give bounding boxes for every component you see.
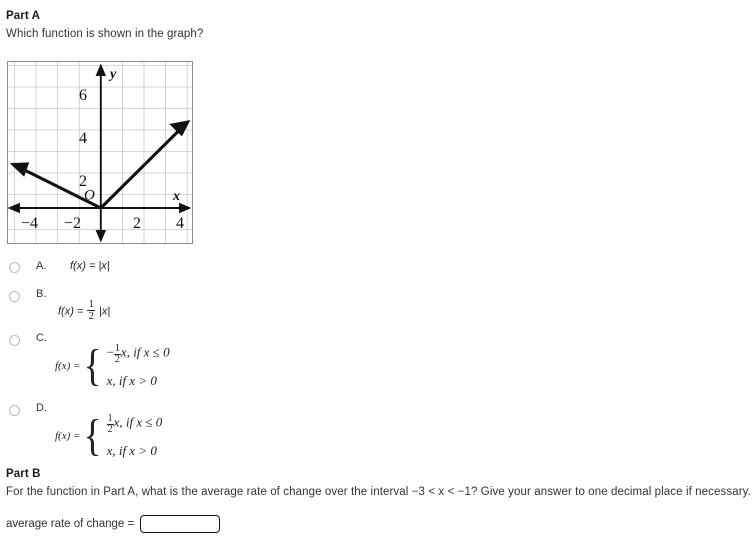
option-b-rhs: |x| [99,305,111,318]
option-a[interactable]: A. f(x) = |x| [0,258,420,280]
option-d-case-1-denominator: 2 [107,424,113,435]
option-c-case-2: x, if x > 0 [106,373,157,388]
option-c-cases: −1 2 x, if x ≤ 0 x, if x > 0 [107,344,170,388]
option-d-formula: f(x) = { 1 2 x, if x ≤ 0 x, if x > 0 [55,410,475,460]
absolute-value-graph: y x O 6 4 2 −4 −2 2 4 [7,61,193,244]
part-b-prompt: For the function in Part A, what is the … [6,486,751,498]
option-c-case-1: −1 2 x, if x ≤ 0 [107,344,170,365]
svg-text:4: 4 [79,130,87,147]
option-b-denominator: 2 [88,310,94,323]
option-d-case-1-condition: , if x ≤ 0 [119,414,163,430]
svg-text:−4: −4 [21,215,38,232]
option-d-lhs: f(x) = [55,429,81,442]
option-c[interactable]: C. f(x) = { −1 2 x, if x ≤ 0 x, if x > 0 [0,332,420,387]
average-rate-of-change-input[interactable] [140,515,221,533]
radio-option-a[interactable] [9,262,20,273]
option-c-lhs: f(x) = [55,359,81,372]
option-c-case-1-fraction: 12 [113,344,121,365]
part-a-heading: Part A [6,10,41,22]
part-b-heading: Part B [6,468,41,480]
option-c-case-1-sign: − [106,344,114,360]
piecewise-brace-icon: { [84,410,102,460]
svg-text:−2: −2 [64,215,81,232]
option-c-case-1-denominator: 2 [114,354,120,365]
option-c-case-1-condition: , if x ≤ 0 [126,344,170,360]
option-d-case-1-fraction: 12 [106,414,114,435]
option-a-formula: f(x) = |x| [70,260,110,272]
svg-text:2: 2 [133,215,141,232]
option-a-rhs: |x| [98,260,110,272]
option-b-letter: B. [36,288,47,300]
answer-row: average rate of change = [6,515,221,533]
option-d[interactable]: D. f(x) = { 1 2 x, if x ≤ 0 x, if x > 0 [0,402,420,457]
answer-label: average rate of change = [6,518,135,530]
option-c-letter: C. [36,332,47,344]
part-a-prompt: Which function is shown in the graph? [6,28,204,40]
svg-text:6: 6 [79,87,87,104]
option-c-formula: f(x) = { −1 2 x, if x ≤ 0 x, if x > 0 [55,340,475,390]
radio-option-d[interactable] [9,405,20,416]
radio-option-b[interactable] [9,291,20,302]
svg-text:4: 4 [176,215,184,232]
svg-text:y: y [108,67,117,82]
piecewise-brace-icon: { [84,340,102,390]
option-b-lhs: f(x) = [58,305,84,318]
option-d-case-1: 1 2 x, if x ≤ 0 [106,414,163,435]
svg-text:x: x [172,189,180,204]
option-b[interactable]: B. f(x) = 1 2 |x| [0,288,420,322]
radio-option-c[interactable] [9,335,20,346]
option-d-letter: D. [36,402,47,414]
option-d-case-2: x, if x > 0 [106,443,157,458]
option-b-formula: f(x) = 1 2 |x| [58,298,111,323]
option-a-letter: A. [36,260,47,272]
option-b-fraction: 1 2 [87,298,95,323]
svg-text:2: 2 [79,173,87,190]
option-a-lhs: f(x) = [70,260,96,272]
option-d-cases: 1 2 x, if x ≤ 0 x, if x > 0 [106,414,163,458]
